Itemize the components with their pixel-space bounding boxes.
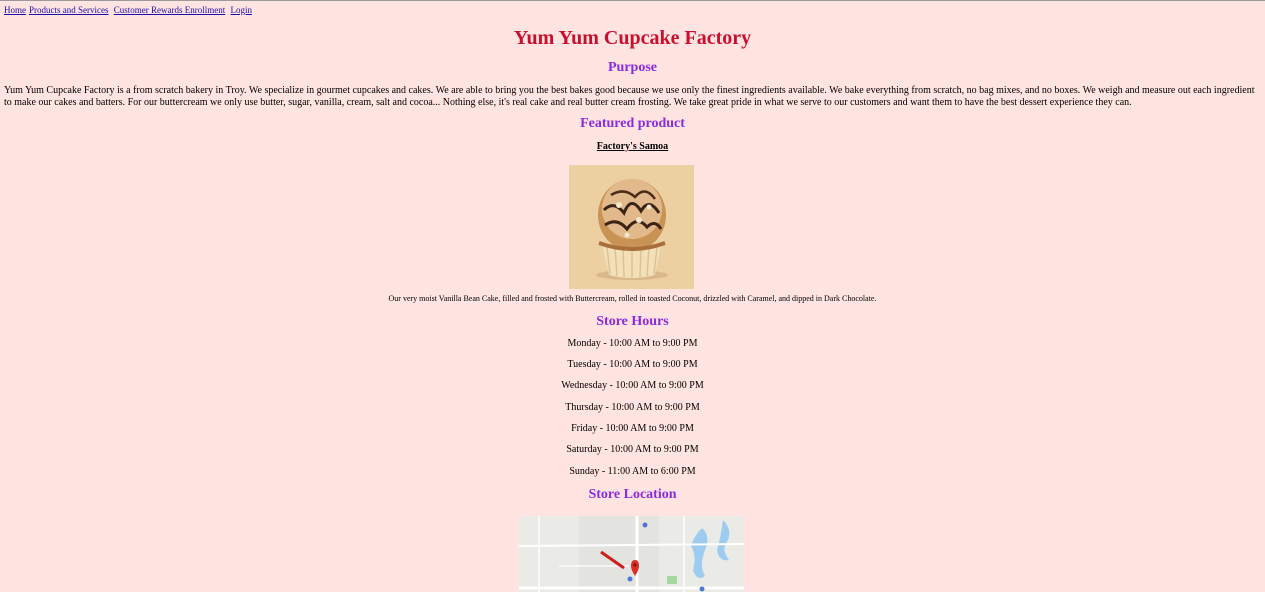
hours-monday: Monday - 10:00 AM to 9:00 PM [567, 338, 698, 349]
hours-sunday: Sunday - 11:00 AM to 6:00 PM [569, 466, 696, 477]
featured-product-description: Our very moist Vanilla Bean Cake, filled… [388, 294, 877, 303]
hours-thursday: Thursday - 10:00 AM to 9:00 PM [565, 402, 700, 413]
featured-heading: Featured product [580, 116, 685, 131]
purpose-heading: Purpose [608, 60, 657, 75]
nav-rewards-link[interactable]: Customer Rewards Enrollment [114, 5, 225, 15]
hours-saturday: Saturday - 10:00 AM to 9:00 PM [566, 444, 699, 455]
hours-tuesday: Tuesday - 10:00 AM to 9:00 PM [567, 359, 698, 370]
page: Home Products and Services Customer Rewar… [0, 0, 1265, 592]
location-heading: Store Location [588, 487, 677, 502]
nav-home-link[interactable]: Home [4, 5, 26, 15]
featured-product-name: Factory's Samoa [596, 141, 669, 152]
cupcake-image [569, 165, 694, 289]
store-map[interactable] [519, 516, 744, 592]
purpose-paragraph: Yum Yum Cupcake Factory is a from scratc… [4, 85, 1255, 108]
cupcake-illustration [569, 165, 694, 289]
page-title: Yum Yum Cupcake Factory [513, 27, 752, 49]
map-graphic [519, 516, 744, 592]
hours-wednesday: Wednesday - 10:00 AM to 9:00 PM [561, 380, 704, 391]
hours-friday: Friday - 10:00 AM to 9:00 PM [571, 423, 694, 434]
top-nav: Home Products and Services Customer Rewar… [4, 5, 255, 15]
nav-login-link[interactable]: Login [230, 5, 252, 15]
top-border [0, 0, 1265, 1]
nav-products-link[interactable]: Products and Services [29, 5, 108, 15]
hours-heading: Store Hours [596, 314, 669, 329]
